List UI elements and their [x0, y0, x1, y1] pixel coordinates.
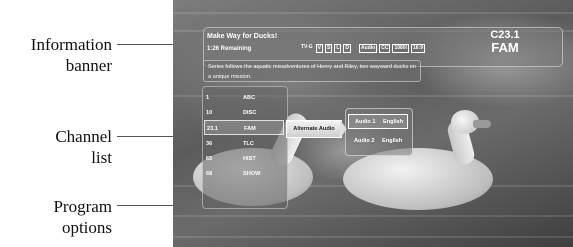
badge-v: V	[315, 44, 324, 53]
channel-list-item[interactable]: 1 ABC	[204, 90, 284, 105]
water-ripple	[173, 236, 573, 238]
callout-line-2: options	[61, 218, 112, 237]
audio-option-label: Audio 1	[355, 119, 376, 125]
channel-list-name: DISC	[243, 110, 257, 116]
callout-line-2: banner	[65, 56, 112, 75]
alternate-audio-button[interactable]: Alternate Audio	[286, 120, 342, 138]
audio-option-2[interactable]: Audio 2 English	[348, 134, 408, 149]
program-title: Make Way for Ducks!	[207, 33, 278, 40]
badge-s: S	[325, 44, 333, 53]
badge-aspect: 16:9	[410, 44, 425, 53]
badge-cc: CC	[379, 44, 391, 53]
program-synopsis: Series follows the aquatic misadventures…	[203, 60, 421, 82]
badge-audio: Audio	[359, 44, 378, 53]
water-ripple	[173, 215, 573, 217]
channel-list-name: TLC	[243, 141, 254, 147]
water-ripple	[173, 12, 573, 14]
channel-list-item[interactable]: 36 TLC	[204, 136, 284, 151]
channel-list-number: 23.1	[207, 126, 218, 132]
channel-list-item[interactable]: 65 HIST	[204, 151, 284, 166]
audio-option-1[interactable]: Audio 1 English	[348, 114, 408, 129]
channel-list-number: 65	[206, 156, 213, 162]
channel-list-number: 68	[206, 171, 213, 177]
badge-d: D	[343, 44, 352, 53]
channel-list-item-selected[interactable]: 23.1 FAM	[204, 120, 284, 135]
channel-list-item[interactable]: 10 DISC	[204, 105, 284, 120]
callout-line-1: Channel	[55, 127, 112, 146]
callout-channel-list: Channel list	[0, 126, 112, 168]
rating-badges: TV-G V S L D Audio CC 1080i 16:9	[300, 44, 425, 53]
audio-option-language: English	[382, 138, 403, 144]
channel-list-name: ABC	[243, 95, 256, 101]
channel-list-number: 10	[206, 110, 213, 116]
callout-program-options: Program options	[0, 196, 112, 238]
time-remaining: 1:26 Remaining	[207, 46, 252, 52]
channel-list-number: 1	[206, 95, 210, 101]
channel-list-item[interactable]: 68 SHOW	[204, 166, 284, 181]
audio-option-label: Audio 2	[354, 138, 375, 144]
channel-list-number: 36	[206, 141, 213, 147]
callout-line-1: Information	[30, 35, 112, 54]
badge-l: L	[334, 44, 342, 53]
badge-resolution: 1080i	[392, 44, 409, 53]
callout-information-banner: Information banner	[0, 34, 112, 76]
badge-rating: TV-G	[301, 44, 313, 50]
channel-name: FAM	[491, 40, 519, 55]
duck-bill-right	[473, 120, 491, 128]
callout-line-2: list	[91, 148, 112, 167]
channel-list-name: SHOW	[243, 171, 261, 177]
channel-list-name: FAM	[244, 126, 256, 132]
callout-line-1: Program	[53, 197, 112, 216]
audio-option-language: English	[383, 119, 404, 125]
channel-list-name: HIST	[243, 156, 256, 162]
